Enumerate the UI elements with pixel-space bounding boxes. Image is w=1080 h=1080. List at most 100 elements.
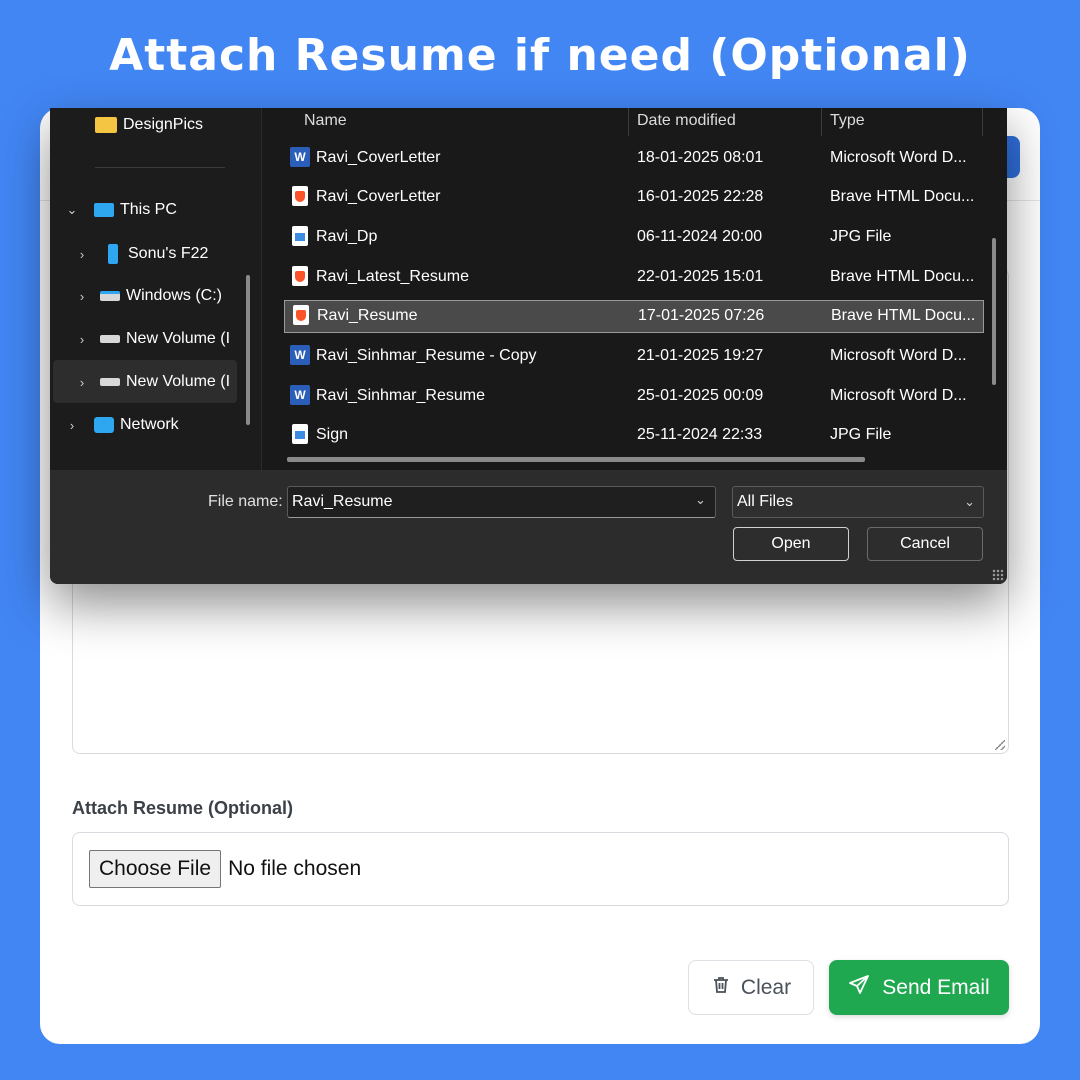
- network-icon: [94, 417, 114, 433]
- nav-item-new-volume-1[interactable]: › New Volume (I: [74, 330, 230, 348]
- open-button[interactable]: Open: [733, 527, 849, 561]
- file-name-cell: Ravi_Sinhmar_Resume: [316, 386, 485, 404]
- file-name-label: File name:: [208, 493, 283, 510]
- column-header-date[interactable]: Date modified: [637, 108, 736, 136]
- nav-item-label: New Volume (I: [126, 373, 231, 390]
- file-date-cell: 21-01-2025 19:27: [637, 347, 764, 364]
- brave-html-icon: [290, 265, 312, 288]
- nav-item-windows-c[interactable]: › Windows (C:): [74, 287, 222, 305]
- nav-item-network[interactable]: › Network: [64, 416, 179, 434]
- file-type-value: All Files: [737, 493, 794, 510]
- file-name-cell: Ravi_Latest_Resume: [316, 267, 469, 285]
- file-type-cell: Microsoft Word D...: [830, 386, 967, 404]
- clear-button[interactable]: Clear: [688, 960, 814, 1015]
- column-separator[interactable]: [821, 108, 822, 136]
- file-name-cell: Sign: [316, 426, 349, 444]
- column-header-type[interactable]: Type: [830, 108, 865, 136]
- file-name-cell: Ravi_Sinhmar_Resume - Copy: [316, 347, 537, 364]
- choose-file-button[interactable]: Choose File: [89, 850, 222, 888]
- file-date-cell: 22-01-2025 15:01: [637, 267, 764, 285]
- file-row[interactable]: Ravi_Latest_Resume 22-01-2025 15:01 Brave …: [284, 260, 984, 293]
- file-type-cell: JPG File: [830, 227, 892, 245]
- file-type-cell: Brave HTML Docu...: [830, 267, 975, 285]
- column-separator[interactable]: [982, 108, 983, 136]
- chevron-right-icon[interactable]: ›: [64, 418, 80, 433]
- file-row[interactable]: Ravi_CoverLetter 16-01-2025 22:28 Brave HT…: [284, 181, 984, 214]
- column-separator[interactable]: [628, 108, 629, 136]
- file-row[interactable]: W Ravi_CoverLetter 18-01-2025 08:01 Microso…: [284, 141, 984, 174]
- nav-item-label: Network: [120, 416, 179, 433]
- trash-icon: [711, 975, 731, 1001]
- word-doc-icon: W: [290, 384, 312, 407]
- file-name-cell: Ravi_Dp: [316, 227, 378, 245]
- resize-grip-icon[interactable]: [992, 569, 1004, 581]
- file-name-cell: Ravi_CoverLetter: [316, 148, 441, 166]
- drive-icon: [100, 291, 120, 301]
- navigation-pane: DesignPics ⌄ This PC › Sonu's F22 › Wind…: [50, 108, 262, 470]
- nav-scrollbar[interactable]: [246, 275, 250, 425]
- file-list-pane: Name Date modified Type W Ravi_CoverLette…: [262, 108, 1007, 470]
- file-type-cell: JPG File: [830, 426, 892, 444]
- column-header-name[interactable]: Name: [304, 108, 347, 136]
- nav-item-label: New Volume (I: [126, 330, 231, 347]
- file-row[interactable]: Sign 25-11-2024 22:33 JPG File: [284, 419, 984, 452]
- word-doc-icon: W: [290, 146, 312, 169]
- chevron-right-icon[interactable]: ›: [74, 332, 90, 347]
- file-name-cell: Ravi_Resume: [317, 307, 418, 325]
- file-row[interactable]: Ravi_Dp 06-11-2024 20:00 JPG File: [284, 220, 984, 253]
- cancel-button[interactable]: Cancel: [867, 527, 983, 561]
- paper-plane-icon: [848, 974, 870, 1002]
- jpg-file-icon: [290, 424, 312, 446]
- nav-item-designpics[interactable]: DesignPics: [95, 116, 203, 134]
- file-type-select[interactable]: All Files ⌄: [732, 486, 984, 518]
- drive-icon: [100, 335, 120, 343]
- chevron-right-icon[interactable]: ›: [74, 247, 90, 262]
- page-headline: Attach Resume if need (Optional): [109, 30, 971, 81]
- file-date-cell: 06-11-2024 20:00: [637, 227, 763, 245]
- no-file-chosen-text: No file chosen: [228, 857, 362, 880]
- folder-icon: [95, 117, 117, 133]
- file-type-cell: Brave HTML Docu...: [830, 188, 975, 206]
- file-name-input[interactable]: [287, 486, 716, 518]
- file-name-cell: Ravi_CoverLetter: [316, 188, 441, 206]
- chevron-down-icon[interactable]: ⌄: [64, 202, 80, 218]
- send-email-button[interactable]: Send Email: [829, 960, 1009, 1015]
- nav-item-label: Sonu's F22: [128, 245, 209, 262]
- file-date-cell: 25-11-2024 22:33: [637, 426, 763, 444]
- chevron-down-icon[interactable]: ⌄: [695, 492, 706, 508]
- file-type-cell: Microsoft Word D...: [830, 347, 967, 364]
- send-button-label: Send Email: [882, 975, 990, 999]
- file-date-cell: 16-01-2025 22:28: [637, 188, 764, 206]
- chevron-right-icon[interactable]: ›: [74, 289, 90, 304]
- horizontal-scrollbar[interactable]: [287, 457, 865, 462]
- drive-icon: [100, 378, 120, 386]
- file-row[interactable]: W Ravi_Sinhmar_Resume 25-01-2025 00:09 Micr…: [284, 379, 984, 412]
- file-row[interactable]: W Ravi_Sinhmar_Resume - Copy 21-01-2025 19…: [284, 340, 984, 373]
- chevron-down-icon: ⌄: [964, 494, 975, 509]
- file-open-dialog: DesignPics ⌄ This PC › Sonu's F22 › Wind…: [50, 108, 1007, 584]
- nav-separator: [95, 167, 225, 168]
- nav-item-new-volume-2[interactable]: › New Volume (I: [74, 373, 230, 391]
- brave-html-icon: [291, 305, 313, 327]
- chevron-right-icon[interactable]: ›: [74, 375, 90, 390]
- file-date-cell: 25-01-2025 00:09: [637, 386, 764, 404]
- phone-icon: [108, 244, 118, 264]
- nav-item-phone[interactable]: › Sonu's F22: [74, 244, 208, 264]
- brave-html-icon: [290, 186, 312, 208]
- file-input-field[interactable]: Choose File No file chosen: [72, 832, 1009, 906]
- file-row[interactable]: Ravi_Resume 17-01-2025 07:26 Brave HTML Do…: [284, 299, 984, 333]
- resize-grip-icon[interactable]: [995, 740, 1005, 750]
- monitor-icon: [94, 203, 114, 217]
- file-type-cell: Brave HTML Docu...: [831, 307, 976, 325]
- nav-item-label: DesignPics: [123, 116, 204, 133]
- nav-item-this-pc[interactable]: ⌄ This PC: [64, 201, 177, 219]
- file-type-cell: Microsoft Word D...: [830, 148, 967, 166]
- word-doc-icon: W: [290, 345, 312, 367]
- dialog-bottom-bar: File name: ⌄ All Files ⌄ Open Cancel: [50, 470, 1007, 584]
- attach-resume-label: Attach Resume (Optional): [72, 798, 294, 818]
- clear-button-label: Clear: [740, 975, 792, 999]
- vertical-scrollbar[interactable]: [992, 238, 996, 385]
- jpg-file-icon: [290, 225, 312, 248]
- nav-item-label: This PC: [120, 201, 177, 218]
- file-date-cell: 18-01-2025 08:01: [637, 148, 764, 166]
